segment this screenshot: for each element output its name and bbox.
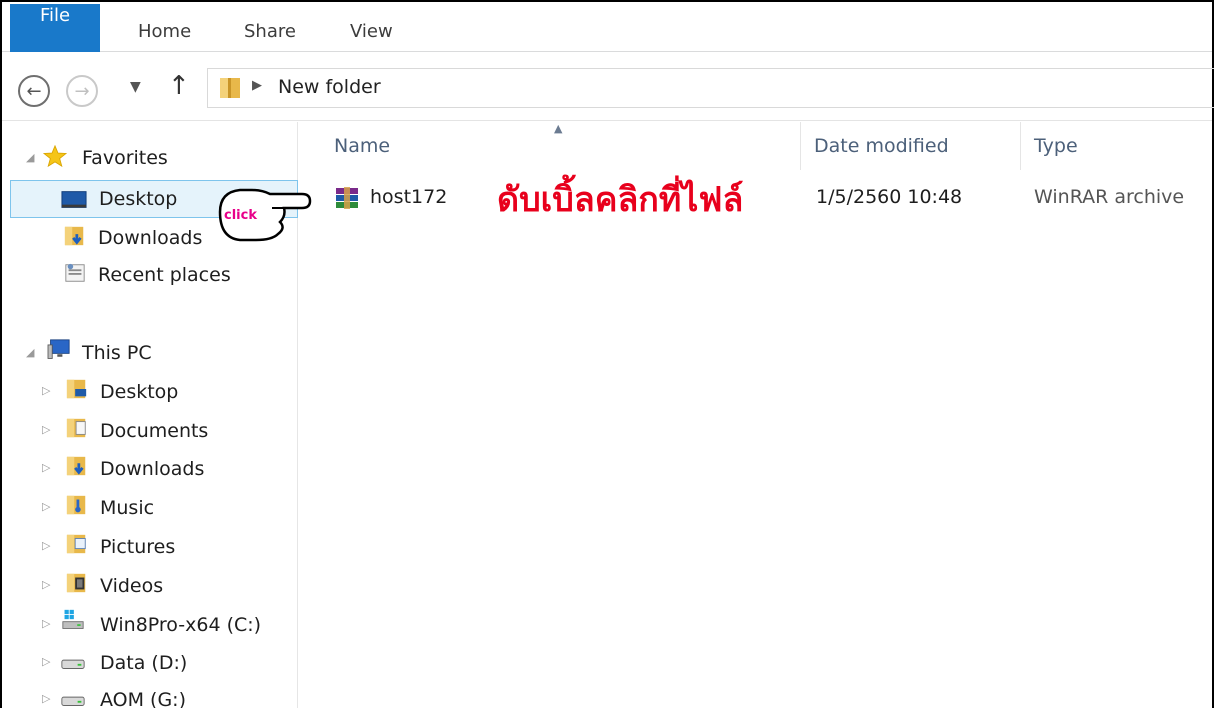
breadcrumb-separator-icon[interactable]: ▶ xyxy=(252,78,262,93)
sidebar-item-label: Music xyxy=(100,497,155,519)
expand-arrow-icon[interactable]: ▷ xyxy=(42,655,50,668)
expand-arrow-icon[interactable]: ▷ xyxy=(42,384,50,397)
breadcrumb-current[interactable]: New folder xyxy=(278,76,381,98)
sidebar-item-drive-c[interactable]: ▷ Win8Pro-x64 (C:) xyxy=(2,605,296,643)
recent-places-icon xyxy=(65,263,85,282)
desktop-folder-icon xyxy=(66,379,87,399)
drive-icon xyxy=(61,659,85,669)
sidebar-item-label: Videos xyxy=(100,575,164,597)
folder-icon xyxy=(220,78,240,98)
downloads-folder-icon xyxy=(64,226,84,246)
expand-arrow-icon[interactable]: ▷ xyxy=(42,617,50,630)
drive-icon xyxy=(61,696,85,706)
sidebar-item-label: Recent places xyxy=(98,264,231,286)
up-arrow-icon[interactable]: ↑ xyxy=(168,71,190,101)
file-date-modified: 1/5/2560 10:48 xyxy=(816,186,963,208)
nav-this-pc[interactable]: ◢ This PC xyxy=(2,334,296,372)
sidebar-item-label: Downloads xyxy=(98,227,203,249)
winrar-archive-icon xyxy=(336,187,358,209)
back-arrow-icon[interactable]: ← xyxy=(18,75,50,107)
expand-arrow-icon[interactable]: ▷ xyxy=(42,578,50,591)
sidebar-item-documents[interactable]: ▷ Documents xyxy=(2,411,296,449)
click-label: click xyxy=(224,208,257,223)
tab-home[interactable]: Home xyxy=(124,2,205,52)
expand-arrow-icon[interactable]: ▷ xyxy=(42,539,50,552)
click-hand-cursor-icon: click xyxy=(218,188,312,242)
tab-file[interactable]: File xyxy=(10,4,100,52)
sidebar-item-label: Desktop xyxy=(100,381,179,403)
tab-share[interactable]: Share xyxy=(230,2,310,52)
sidebar-item-label: Data (D:) xyxy=(100,652,188,674)
desktop-icon xyxy=(61,191,87,208)
table-row[interactable]: host172 1/5/2560 10:48 WinRAR archive xyxy=(330,178,1210,218)
expand-arrow-icon[interactable]: ▷ xyxy=(42,500,50,513)
ribbon-tabs: File Home Share View xyxy=(2,2,1212,52)
address-bar-row: ← → ▼ ↑ ▶ New folder xyxy=(2,53,1214,121)
computer-icon xyxy=(47,339,70,359)
instruction-annotation: ดับเบิ้ลคลิกที่ไฟล์ xyxy=(497,180,744,220)
sidebar-item-label: Downloads xyxy=(100,458,205,480)
nav-favorites[interactable]: ◢ Favorites xyxy=(2,139,296,177)
sidebar-item-drive-d[interactable]: ▷ Data (D:) xyxy=(2,643,296,681)
file-name[interactable]: host172 xyxy=(370,186,447,208)
windows-drive-icon xyxy=(62,609,84,629)
pictures-folder-icon xyxy=(66,534,86,554)
music-folder-icon xyxy=(66,495,86,515)
collapse-arrow-icon[interactable]: ◢ xyxy=(26,346,34,359)
tab-view[interactable]: View xyxy=(336,2,407,52)
expand-arrow-icon[interactable]: ▷ xyxy=(42,461,50,474)
tab-view-label: View xyxy=(350,21,393,42)
expand-arrow-icon[interactable]: ▷ xyxy=(42,423,50,436)
column-divider[interactable] xyxy=(800,122,801,170)
tab-home-label: Home xyxy=(138,21,192,42)
sidebar-item-videos[interactable]: ▷ Videos xyxy=(2,566,296,604)
column-header-type[interactable]: Type xyxy=(1034,135,1078,157)
sidebar-item-drive-g[interactable]: ▷ AOM (G:) xyxy=(2,680,296,708)
sidebar-item-label: Desktop xyxy=(99,188,178,210)
sidebar-item-recent-places[interactable]: Recent places xyxy=(2,256,296,294)
sidebar-item-label: Pictures xyxy=(100,536,176,558)
file-type: WinRAR archive xyxy=(1034,186,1185,208)
sidebar-item-pictures[interactable]: ▷ Pictures xyxy=(2,527,296,565)
expand-arrow-icon[interactable]: ▷ xyxy=(42,692,50,705)
sidebar-item-pc-downloads[interactable]: ▷ Downloads xyxy=(2,449,296,487)
column-header-name[interactable]: Name xyxy=(334,135,390,157)
address-input[interactable]: ▶ New folder xyxy=(207,68,1214,108)
forward-arrow-icon[interactable]: → xyxy=(66,75,98,107)
sort-ascending-icon: ▲ xyxy=(554,122,563,135)
documents-folder-icon xyxy=(66,418,86,438)
tab-file-label: File xyxy=(39,5,71,26)
column-divider[interactable] xyxy=(1020,122,1021,170)
sidebar-item-label: Documents xyxy=(100,420,209,442)
file-list-pane: ▲ Name Date modified Type host172 1/5/25… xyxy=(300,122,1212,708)
column-header-date-modified[interactable]: Date modified xyxy=(814,135,949,157)
tab-share-label: Share xyxy=(244,21,296,42)
nav-favorites-label: Favorites xyxy=(82,147,168,169)
collapse-arrow-icon[interactable]: ◢ xyxy=(26,151,34,164)
videos-folder-icon xyxy=(66,573,86,593)
star-icon xyxy=(42,145,68,167)
nav-this-pc-label: This PC xyxy=(82,342,152,364)
sidebar-item-label: Win8Pro-x64 (C:) xyxy=(100,614,262,636)
sidebar-item-label: AOM (G:) xyxy=(100,689,187,708)
chevron-down-icon[interactable]: ▼ xyxy=(130,79,141,95)
sidebar-item-pc-desktop[interactable]: ▷ Desktop xyxy=(2,372,296,410)
sidebar-item-music[interactable]: ▷ Music xyxy=(2,488,296,526)
downloads-folder-icon xyxy=(66,456,86,476)
